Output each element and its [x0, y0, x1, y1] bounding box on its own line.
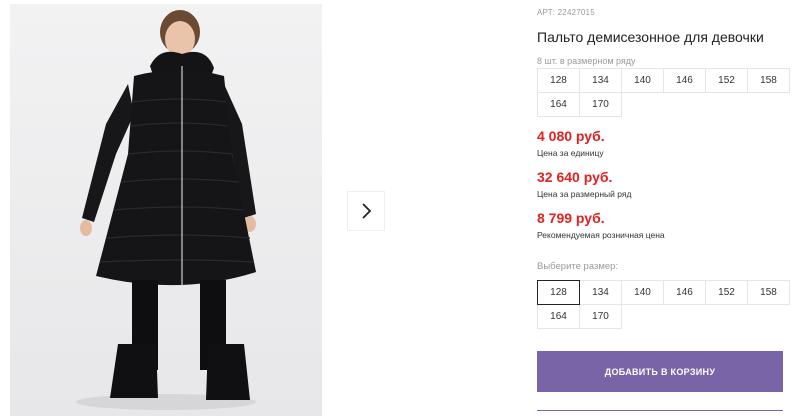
product-gallery: [0, 0, 510, 416]
size-option[interactable]: 146: [663, 280, 706, 305]
next-image-button[interactable]: [347, 191, 385, 231]
add-to-cart-button[interactable]: Добавить в корзину: [537, 351, 783, 392]
size-option[interactable]: 140: [621, 280, 664, 305]
unit-price: 4 080 руб.: [537, 128, 605, 144]
pack-size-cell: 140: [621, 68, 664, 93]
retail-price: 8 799 руб.: [537, 210, 605, 226]
pack-size-cell: 134: [579, 68, 622, 93]
retail-price-caption: Рекомендуемая розничная цена: [537, 230, 665, 240]
product-page: АРТ: 22427015 Пальто демисезонное для де…: [0, 0, 800, 416]
chevron-right-icon: [362, 203, 372, 219]
pack-size-grid: 128 134 140 146 152 158 164 170: [537, 68, 790, 117]
pack-size-hint: 8 шт. в размерном ряду: [537, 56, 636, 66]
pack-size-cell: 164: [537, 92, 580, 117]
pack-size-cell: 146: [663, 68, 706, 93]
select-size-label: Выберите размер:: [537, 261, 619, 272]
product-title: Пальто демисезонное для девочки: [537, 29, 764, 45]
size-option[interactable]: 158: [747, 280, 790, 305]
row-price: 32 640 руб.: [537, 169, 613, 185]
product-photo[interactable]: [10, 4, 322, 416]
girl-in-coat-image: [76, 10, 256, 410]
row-price-caption: Цена за размерный ряд: [537, 189, 632, 199]
pack-size-cell: 170: [579, 92, 622, 117]
pack-size-cell: 152: [705, 68, 748, 93]
pack-size-cell: 128: [537, 68, 580, 93]
size-selector: 128 134 140 146 152 158 164 170: [537, 280, 790, 329]
secondary-button-edge: [537, 410, 783, 416]
size-option[interactable]: 164: [537, 304, 580, 329]
unit-price-caption: Цена за единицу: [537, 148, 604, 158]
size-option[interactable]: 170: [579, 304, 622, 329]
article-number: АРТ: 22427015: [537, 8, 595, 17]
pack-size-cell: 158: [747, 68, 790, 93]
size-option-selected[interactable]: 128: [537, 280, 580, 305]
size-option[interactable]: 152: [705, 280, 748, 305]
size-option[interactable]: 134: [579, 280, 622, 305]
